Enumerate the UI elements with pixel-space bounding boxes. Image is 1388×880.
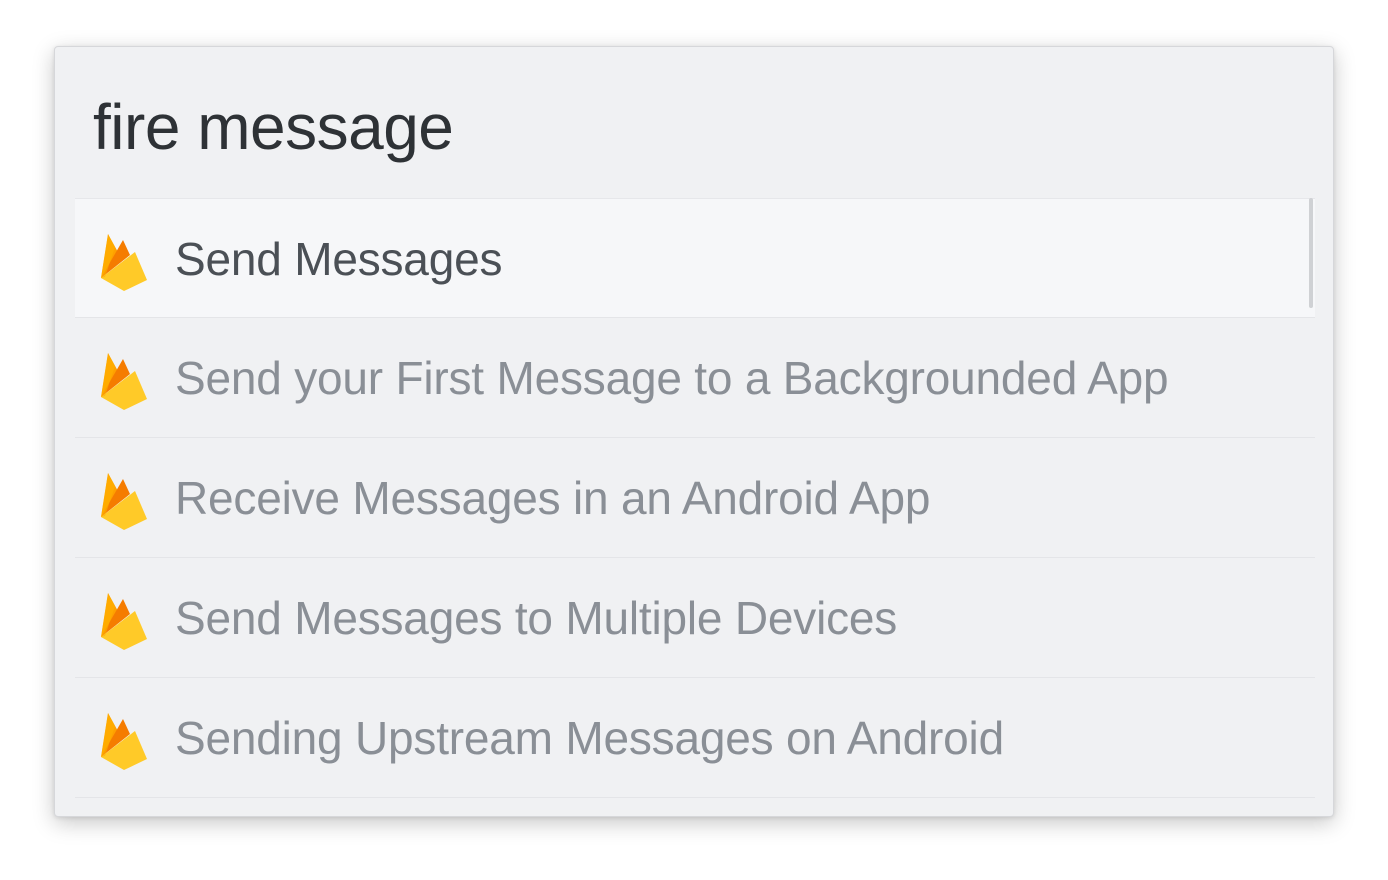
scrollbar[interactable] xyxy=(1309,198,1313,308)
result-item[interactable]: Send Messages to Multiple Devices xyxy=(75,558,1315,678)
result-label: Sending Upstream Messages on Android xyxy=(175,712,1004,764)
firebase-icon xyxy=(101,353,147,410)
result-label: Send Messages to Multiple Devices xyxy=(175,592,898,644)
firebase-icon xyxy=(101,713,147,770)
firebase-icon xyxy=(101,234,147,291)
result-item[interactable]: Sending Upstream Messages on Android xyxy=(75,678,1315,798)
result-item[interactable]: Receive Messages in an Android App xyxy=(75,438,1315,558)
firebase-icon xyxy=(101,473,147,530)
result-label: Send your First Message to a Backgrounde… xyxy=(175,352,1169,404)
result-label: Send Messages xyxy=(175,233,503,285)
result-item[interactable]: Send your First Message to a Backgrounde… xyxy=(75,318,1315,438)
result-label: Receive Messages in an Android App xyxy=(175,472,931,524)
search-input[interactable]: fire message xyxy=(93,87,1293,167)
launcher-window: fire message Send Messages Send your Fir… xyxy=(54,46,1334,817)
result-item[interactable]: Send Messages xyxy=(75,198,1315,318)
firebase-icon xyxy=(101,593,147,650)
results-list: Send Messages Send your First Message to… xyxy=(75,198,1315,798)
